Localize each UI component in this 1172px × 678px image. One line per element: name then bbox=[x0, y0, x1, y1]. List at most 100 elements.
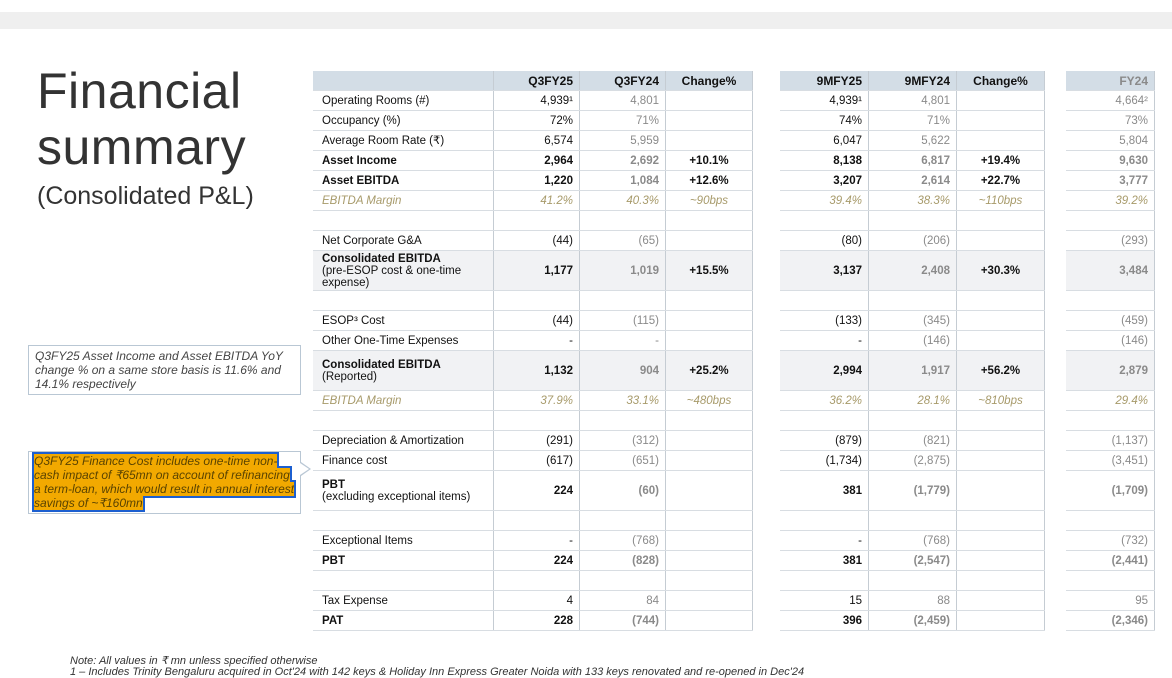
table-block-3: FY24 4,664² 73% 5,804 9,630 3,777 39.2% (293) 3,… bbox=[1066, 71, 1155, 631]
table-row: PAT 228 (744) bbox=[313, 611, 753, 631]
row-label: Other One-Time Expenses bbox=[313, 331, 494, 350]
table-cell: 4,664² bbox=[1066, 91, 1155, 110]
table-cell: 28.1% bbox=[869, 391, 957, 410]
column-header: 9MFY24 bbox=[869, 71, 957, 90]
row-label: Finance cost bbox=[313, 451, 494, 470]
table-cell bbox=[1066, 511, 1155, 530]
table-cell bbox=[957, 551, 1045, 570]
table-cell: 2,408 bbox=[869, 251, 957, 290]
table-cell: (2,547) bbox=[869, 551, 957, 570]
column-header: Q3FY24 bbox=[580, 71, 666, 90]
row-label: Tax Expense bbox=[313, 591, 494, 610]
table-row: PBT 224 (828) bbox=[313, 551, 753, 571]
table-row: 396 (2,459) bbox=[780, 611, 1045, 631]
table-cell: - bbox=[780, 531, 869, 550]
table-row: (732) bbox=[1066, 531, 1155, 551]
table-cell: (2,441) bbox=[1066, 551, 1155, 570]
table-cell: 1,917 bbox=[869, 351, 957, 390]
table-row bbox=[1066, 211, 1155, 231]
table-cell: (768) bbox=[580, 531, 666, 550]
table-row: (2,346) bbox=[1066, 611, 1155, 631]
row-label: Operating Rooms (#) bbox=[313, 91, 494, 110]
table-cell: - bbox=[494, 331, 580, 350]
table-cell bbox=[666, 471, 753, 510]
table-cell: (732) bbox=[1066, 531, 1155, 550]
table-row: (459) bbox=[1066, 311, 1155, 331]
table-cell bbox=[1066, 291, 1155, 310]
table-cell: 2,614 bbox=[869, 171, 957, 190]
row-label bbox=[313, 211, 494, 230]
table-row: Depreciation & Amortization (291) (312) bbox=[313, 431, 753, 451]
table-cell bbox=[666, 551, 753, 570]
table-cell: 396 bbox=[780, 611, 869, 630]
row-label bbox=[313, 411, 494, 430]
table-cell: 15 bbox=[780, 591, 869, 610]
table-cell: (2,875) bbox=[869, 451, 957, 470]
table-cell bbox=[957, 111, 1045, 130]
row-label bbox=[313, 511, 494, 530]
table-cell: 38.3% bbox=[869, 191, 957, 210]
table-cell bbox=[494, 211, 580, 230]
table-cell bbox=[957, 231, 1045, 250]
table-row: Net Corporate G&A (44) (65) bbox=[313, 231, 753, 251]
table-row: 15 88 bbox=[780, 591, 1045, 611]
row-label: EBITDA Margin bbox=[313, 191, 494, 210]
table-cell bbox=[666, 311, 753, 330]
table-cell bbox=[869, 571, 957, 590]
row-label bbox=[313, 291, 494, 310]
table-cell: 84 bbox=[580, 591, 666, 610]
table-row: - (768) bbox=[780, 531, 1045, 551]
table-row bbox=[1066, 291, 1155, 311]
table-cell: 228 bbox=[494, 611, 580, 630]
table-cell: (291) bbox=[494, 431, 580, 450]
table-cell bbox=[957, 531, 1045, 550]
table-row: Average Room Rate (₹) 6,574 5,959 bbox=[313, 131, 753, 151]
table-cell: 2,994 bbox=[780, 351, 869, 390]
table-row: (80) (206) bbox=[780, 231, 1045, 251]
table-cell bbox=[580, 411, 666, 430]
table-cell bbox=[780, 291, 869, 310]
table-cell: 4,801 bbox=[869, 91, 957, 110]
table-cell: 73% bbox=[1066, 111, 1155, 130]
table-cell: (617) bbox=[494, 451, 580, 470]
table-cell bbox=[666, 291, 753, 310]
table-cell bbox=[666, 131, 753, 150]
table-cell: +15.5% bbox=[666, 251, 753, 290]
table-cell bbox=[957, 331, 1045, 350]
table-cell: - bbox=[494, 531, 580, 550]
table-cell: 37.9% bbox=[494, 391, 580, 410]
table-row: 36.2% 28.1% ~810bps bbox=[780, 391, 1045, 411]
table-row: 39.4% 38.3% ~110bps bbox=[780, 191, 1045, 211]
table-row bbox=[780, 571, 1045, 591]
same-store-note: Q3FY25 Asset Income and Asset EBITDA YoY… bbox=[28, 345, 301, 395]
table-row: (3,451) bbox=[1066, 451, 1155, 471]
table-block-1: Q3FY25 Q3FY24 Change% Operating Rooms (#) 4,… bbox=[313, 71, 753, 631]
row-label-bold: PBT bbox=[322, 478, 345, 491]
table-cell: (3,451) bbox=[1066, 451, 1155, 470]
table-row: 3,137 2,408 +30.3% bbox=[780, 251, 1045, 291]
table-row: 2,879 bbox=[1066, 351, 1155, 391]
table-row: (1,709) bbox=[1066, 471, 1155, 511]
table-cell: (44) bbox=[494, 311, 580, 330]
table-row: Asset Income 2,964 2,692 +10.1% bbox=[313, 151, 753, 171]
table-row: (879) (821) bbox=[780, 431, 1045, 451]
table-row: 3,777 bbox=[1066, 171, 1155, 191]
table-cell: 381 bbox=[780, 471, 869, 510]
table-cell bbox=[580, 211, 666, 230]
finance-cost-note-text[interactable]: Q3FY25 Finance Cost includes one-time no… bbox=[31, 452, 297, 512]
table-cell: 72% bbox=[494, 111, 580, 130]
table-row: 3,484 bbox=[1066, 251, 1155, 291]
table-cell bbox=[957, 611, 1045, 630]
table-row: Consolidated EBITDA (Reported) 1,132 904 +25… bbox=[313, 351, 753, 391]
table-cell: (651) bbox=[580, 451, 666, 470]
column-header: Change% bbox=[666, 71, 753, 90]
column-header: FY24 bbox=[1066, 71, 1155, 90]
table-cell bbox=[666, 331, 753, 350]
table-cell bbox=[957, 471, 1045, 510]
table-cell bbox=[666, 511, 753, 530]
table-cell bbox=[666, 111, 753, 130]
row-label: Average Room Rate (₹) bbox=[313, 131, 494, 150]
table-row: Asset EBITDA 1,220 1,084 +12.6% bbox=[313, 171, 753, 191]
table-cell: 6,047 bbox=[780, 131, 869, 150]
table-row: Tax Expense 4 84 bbox=[313, 591, 753, 611]
